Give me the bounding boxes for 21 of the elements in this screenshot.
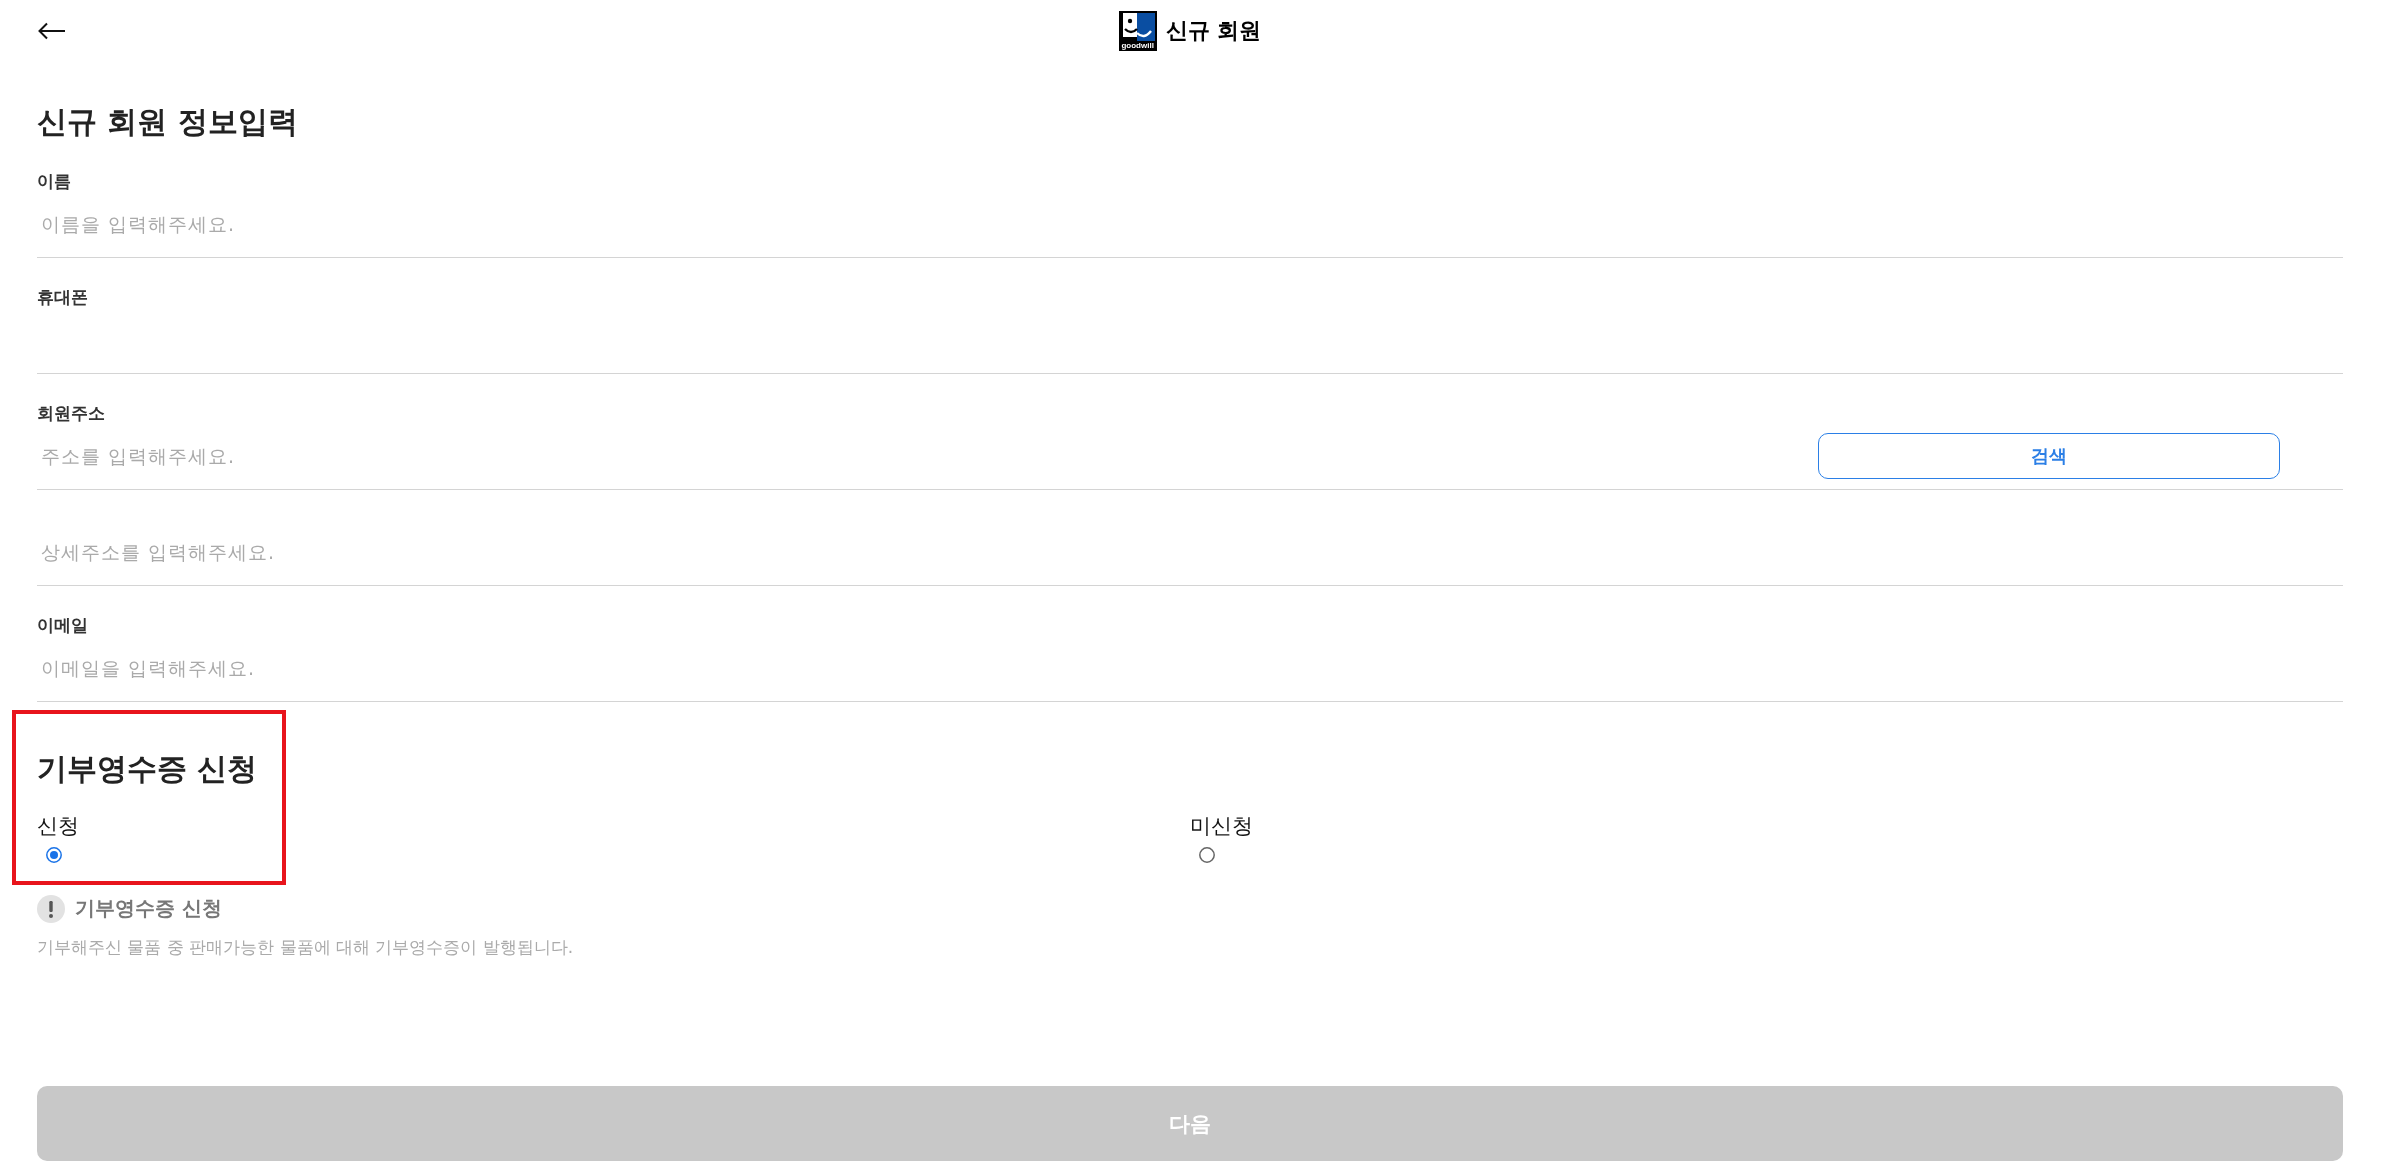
notice-text: 기부해주신 물품 중 판매가능한 물품에 대해 기부영수증이 발행됩니다. xyxy=(37,936,575,959)
exclamation-icon xyxy=(37,894,65,923)
notice-title: 기부영수증 신청 xyxy=(75,895,222,922)
radio-button[interactable] xyxy=(1199,847,1215,863)
page-title: 신규 회원 정보입력 xyxy=(37,103,299,141)
logo-wordmark: goodwill xyxy=(1121,41,1154,50)
section-title: 기부영수증 신청 xyxy=(37,751,259,787)
input-field[interactable]: 이름을 입력해주세요. xyxy=(37,202,2343,258)
field-label: 이메일 xyxy=(37,614,89,636)
input-field[interactable]: 이메일을 입력해주세요. xyxy=(37,646,2343,702)
field-label: 이름 xyxy=(37,170,72,192)
radio-button[interactable] xyxy=(46,847,62,863)
input-field[interactable]: 상세주소를 입력해주세요. xyxy=(37,530,2343,586)
field-label: 회원주소 xyxy=(37,402,106,424)
radio-label[interactable]: 신청 xyxy=(37,812,79,840)
input-field[interactable]: 주소를 입력해주세요. xyxy=(37,434,1818,490)
field-label: 휴대폰 xyxy=(37,286,89,308)
radio-label[interactable]: 미신청 xyxy=(1190,812,1253,840)
back-arrow-icon[interactable] xyxy=(37,22,65,40)
header-title: 신규 회원 xyxy=(1165,17,1262,45)
search-button[interactable]: 검색 xyxy=(1818,433,2280,479)
